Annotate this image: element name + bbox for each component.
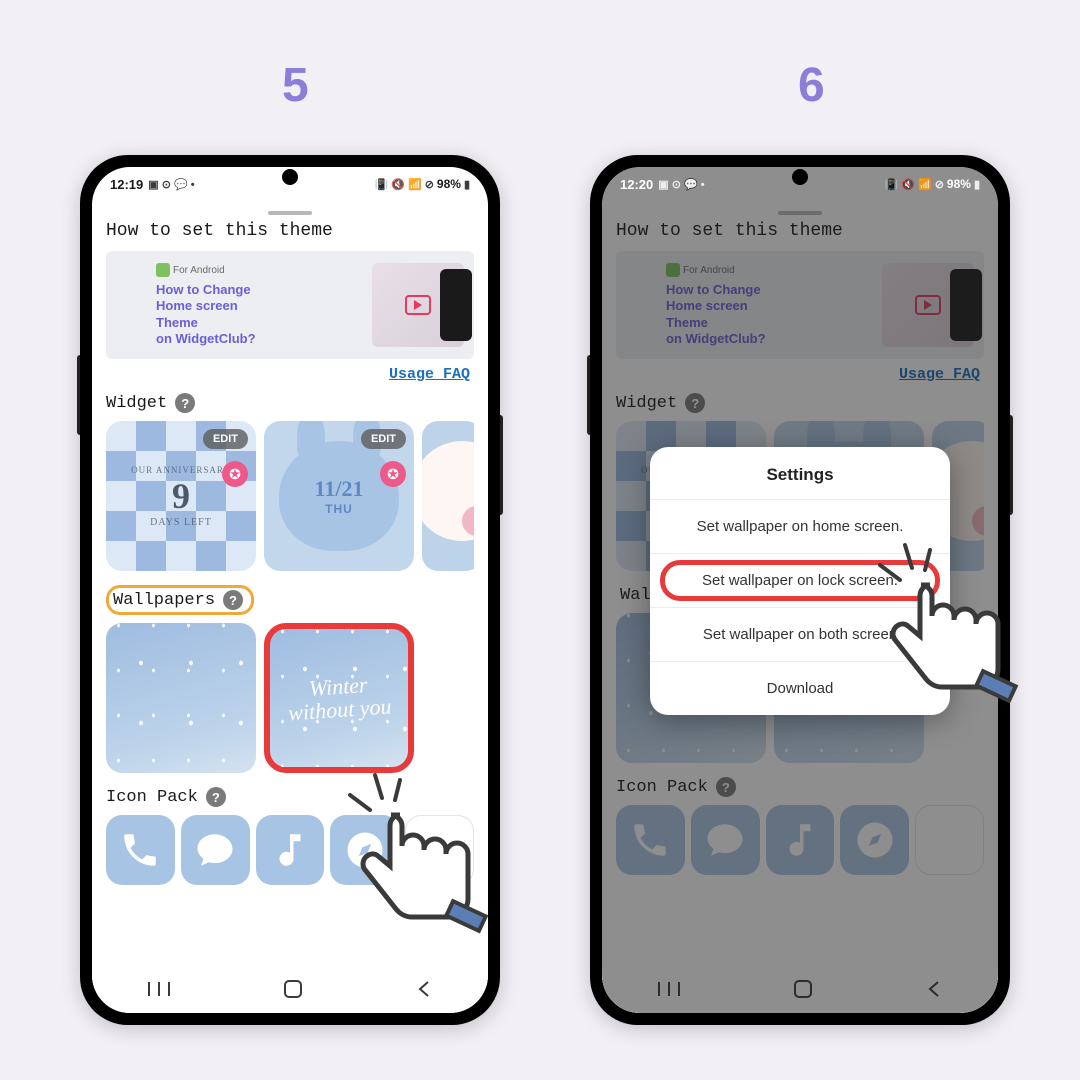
wallpaper-row[interactable]: Winter without you [106, 623, 474, 773]
dialog-option-download[interactable]: Download [650, 661, 950, 715]
status-time: 12:19 [110, 177, 143, 192]
widget-card-date[interactable]: 11/21 THU EDIT ✪ [264, 421, 414, 571]
widget-card-peek[interactable] [422, 421, 474, 571]
premium-badge-icon: ✪ [380, 461, 406, 487]
icon-music[interactable] [256, 815, 325, 885]
camera-notch [792, 169, 808, 185]
edit-badge[interactable]: EDIT [203, 429, 248, 449]
widget-section-header: Widget ? [106, 393, 474, 413]
widget1-title: OUR ANNIVERSARY [131, 465, 231, 475]
wallpaper-card-2-highlighted[interactable]: Winter without you [264, 623, 414, 773]
battery-percent: 98% [947, 177, 971, 191]
tutorial-banner[interactable]: For Android How to Change Home screen Th… [106, 251, 474, 359]
widget2-day: THU [325, 502, 353, 516]
dialog-option-lock-highlighted[interactable]: Set wallpaper on lock screen. [650, 553, 950, 607]
android-badge-label: For Android [173, 265, 225, 276]
mute-icon: 🔇 [901, 178, 915, 191]
wallpapers-section-header: Wallpapers ? [106, 585, 474, 615]
wallpaper-script-text: Winter without you [265, 624, 412, 771]
screen-left: 12:19 ▣ ⊙ 💬 • 📳 🔇 📶 ⊘ 98% ▮ How to set t… [92, 167, 488, 1013]
iconpack-row[interactable] [106, 815, 474, 885]
screen-right: 12:20 ▣ ⊙ 💬 • 📳 🔇 📶 ⊘ 98% ▮ How to set t… [602, 167, 998, 1013]
android-nav-bar [92, 965, 488, 1013]
settings-dialog: Settings Set wallpaper on home screen. S… [650, 447, 950, 715]
camera-notch [282, 169, 298, 185]
widget1-number: 9 [172, 475, 190, 517]
vibrate-icon: 📳 [885, 178, 899, 191]
battery-percent: 98% [437, 177, 461, 191]
vibrate-icon: 📳 [375, 178, 389, 191]
wallpapers-highlight: Wallpapers ? [106, 585, 254, 615]
dialog-option-home[interactable]: Set wallpaper on home screen. [650, 499, 950, 553]
mute-icon: 🔇 [391, 178, 405, 191]
help-icon[interactable]: ? [206, 787, 226, 807]
no-sim-icon: ⊘ [935, 178, 944, 191]
compass-icon [344, 829, 386, 871]
nav-home[interactable] [283, 979, 303, 999]
wifi-icon: 📶 [408, 178, 422, 191]
iconpack-section-label: Icon Pack [106, 788, 198, 807]
dialog-option-both[interactable]: Set wallpaper on both screen [650, 607, 950, 661]
music-icon [269, 829, 311, 871]
widget1-subtitle: DAYS LEFT [150, 517, 212, 528]
bunny-shape: 11/21 THU [279, 441, 399, 551]
faq-link-wrap: Usage FAQ [106, 365, 470, 383]
widget-card-anniversary[interactable]: OUR ANNIVERSARY 9 DAYS LEFT EDIT ✪ [106, 421, 256, 571]
step-number-5: 5 [282, 58, 309, 113]
android-badge: For Android [156, 263, 225, 277]
help-icon[interactable]: ? [223, 590, 243, 610]
battery-icon: ▮ [974, 178, 980, 191]
iconpack-section-header: Icon Pack ? [106, 787, 474, 807]
no-sim-icon: ⊘ [425, 178, 434, 191]
nav-recents[interactable] [148, 981, 170, 997]
bottom-sheet: How to set this theme For Android How to… [92, 201, 488, 1013]
widget2-date: 11/21 [315, 476, 364, 502]
usage-faq-link[interactable]: Usage FAQ [389, 366, 470, 383]
edit-badge[interactable]: EDIT [361, 429, 406, 449]
play-icon [405, 295, 431, 315]
phone-mockup-right: 12:20 ▣ ⊙ 💬 • 📳 🔇 📶 ⊘ 98% ▮ How to set t… [590, 155, 1010, 1025]
android-icon [156, 263, 170, 277]
wallpaper-card-1[interactable] [106, 623, 256, 773]
status-time: 12:20 [620, 177, 653, 192]
wallpapers-section-label: Wallpapers [113, 591, 215, 610]
sheet-title: How to set this theme [106, 221, 474, 241]
phone-icon [119, 829, 161, 871]
icon-compass[interactable] [330, 815, 399, 885]
premium-badge-icon: ✪ [222, 461, 248, 487]
dialog-title: Settings [650, 447, 950, 499]
banner-thumbnail [372, 263, 464, 347]
phone-mockup-left: 12:19 ▣ ⊙ 💬 • 📳 🔇 📶 ⊘ 98% ▮ How to set t… [80, 155, 500, 1025]
step-number-6: 6 [798, 58, 825, 113]
dialog-option-lock-label: Set wallpaper on lock screen. [702, 572, 898, 589]
wifi-icon: 📶 [918, 178, 932, 191]
chat-icon [194, 829, 236, 871]
status-app-icons: ▣ ⊙ 💬 • [658, 178, 704, 191]
widget-section-label: Widget [106, 394, 167, 413]
nav-back[interactable] [416, 980, 432, 998]
icon-chat[interactable] [181, 815, 250, 885]
icon-phone[interactable] [106, 815, 175, 885]
battery-icon: ▮ [464, 178, 470, 191]
help-icon[interactable]: ? [175, 393, 195, 413]
status-app-icons: ▣ ⊙ 💬 • [148, 178, 194, 191]
sheet-handle[interactable] [268, 211, 312, 215]
banner-title: How to Change Home screen Theme on Widge… [156, 282, 364, 347]
icon-empty[interactable] [405, 815, 474, 885]
widget-row[interactable]: OUR ANNIVERSARY 9 DAYS LEFT EDIT ✪ 11/21… [106, 421, 474, 571]
